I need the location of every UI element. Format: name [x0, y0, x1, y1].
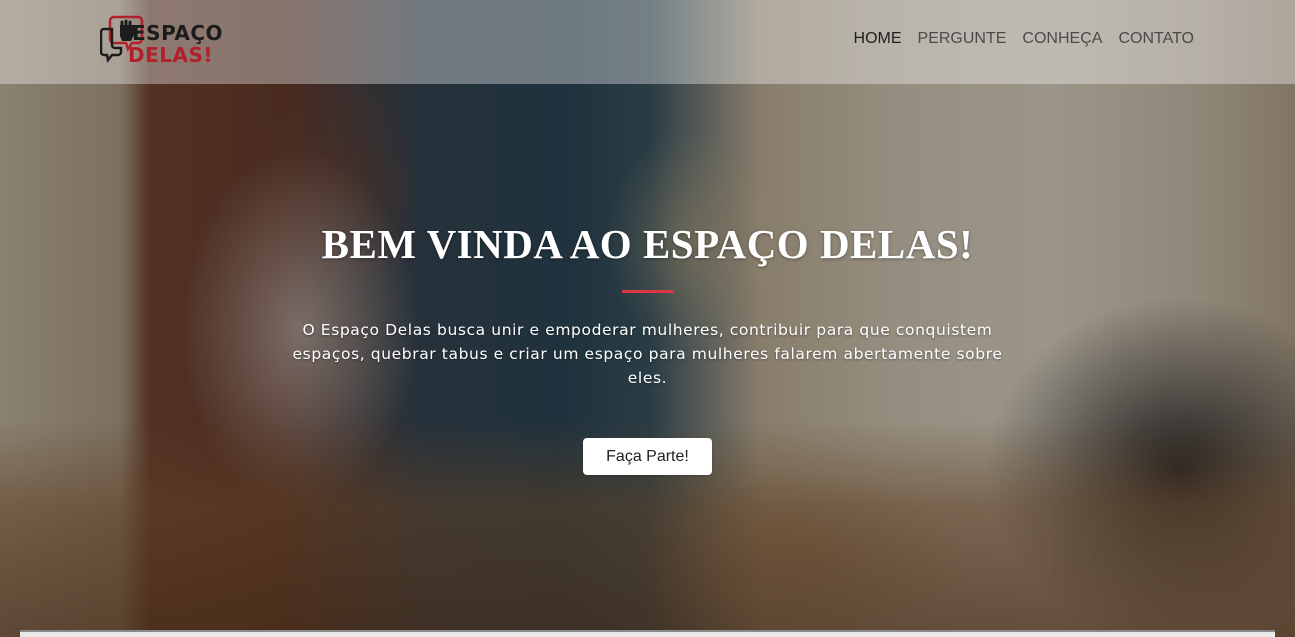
hero-divider — [622, 290, 674, 293]
navbar: ESPAÇO DELAS! HOME PERGUNTE CONHEÇA CONT… — [0, 0, 1295, 84]
hero-title: BEM VINDA AO ESPAÇO DELAS! — [321, 221, 974, 267]
nav-home[interactable]: HOME — [854, 28, 902, 50]
logo[interactable]: ESPAÇO DELAS! — [100, 9, 240, 69]
nav-links: HOME PERGUNTE CONHEÇA CONTATO — [854, 28, 1194, 50]
logo-text-espaco: ESPAÇO — [132, 21, 224, 45]
nav-pergunte[interactable]: PERGUNTE — [918, 28, 1007, 50]
nav-contato[interactable]: CONTATO — [1118, 28, 1194, 50]
join-button[interactable]: Faça Parte! — [583, 438, 712, 475]
hero-section: ESPAÇO DELAS! HOME PERGUNTE CONHEÇA CONT… — [0, 0, 1295, 637]
hero-description: O Espaço Delas busca unir e empoderar mu… — [292, 321, 1003, 387]
nav-conheca[interactable]: CONHEÇA — [1022, 28, 1102, 50]
horizontal-scrollbar[interactable] — [20, 630, 1275, 637]
logo-text-delas: DELAS! — [128, 43, 214, 67]
